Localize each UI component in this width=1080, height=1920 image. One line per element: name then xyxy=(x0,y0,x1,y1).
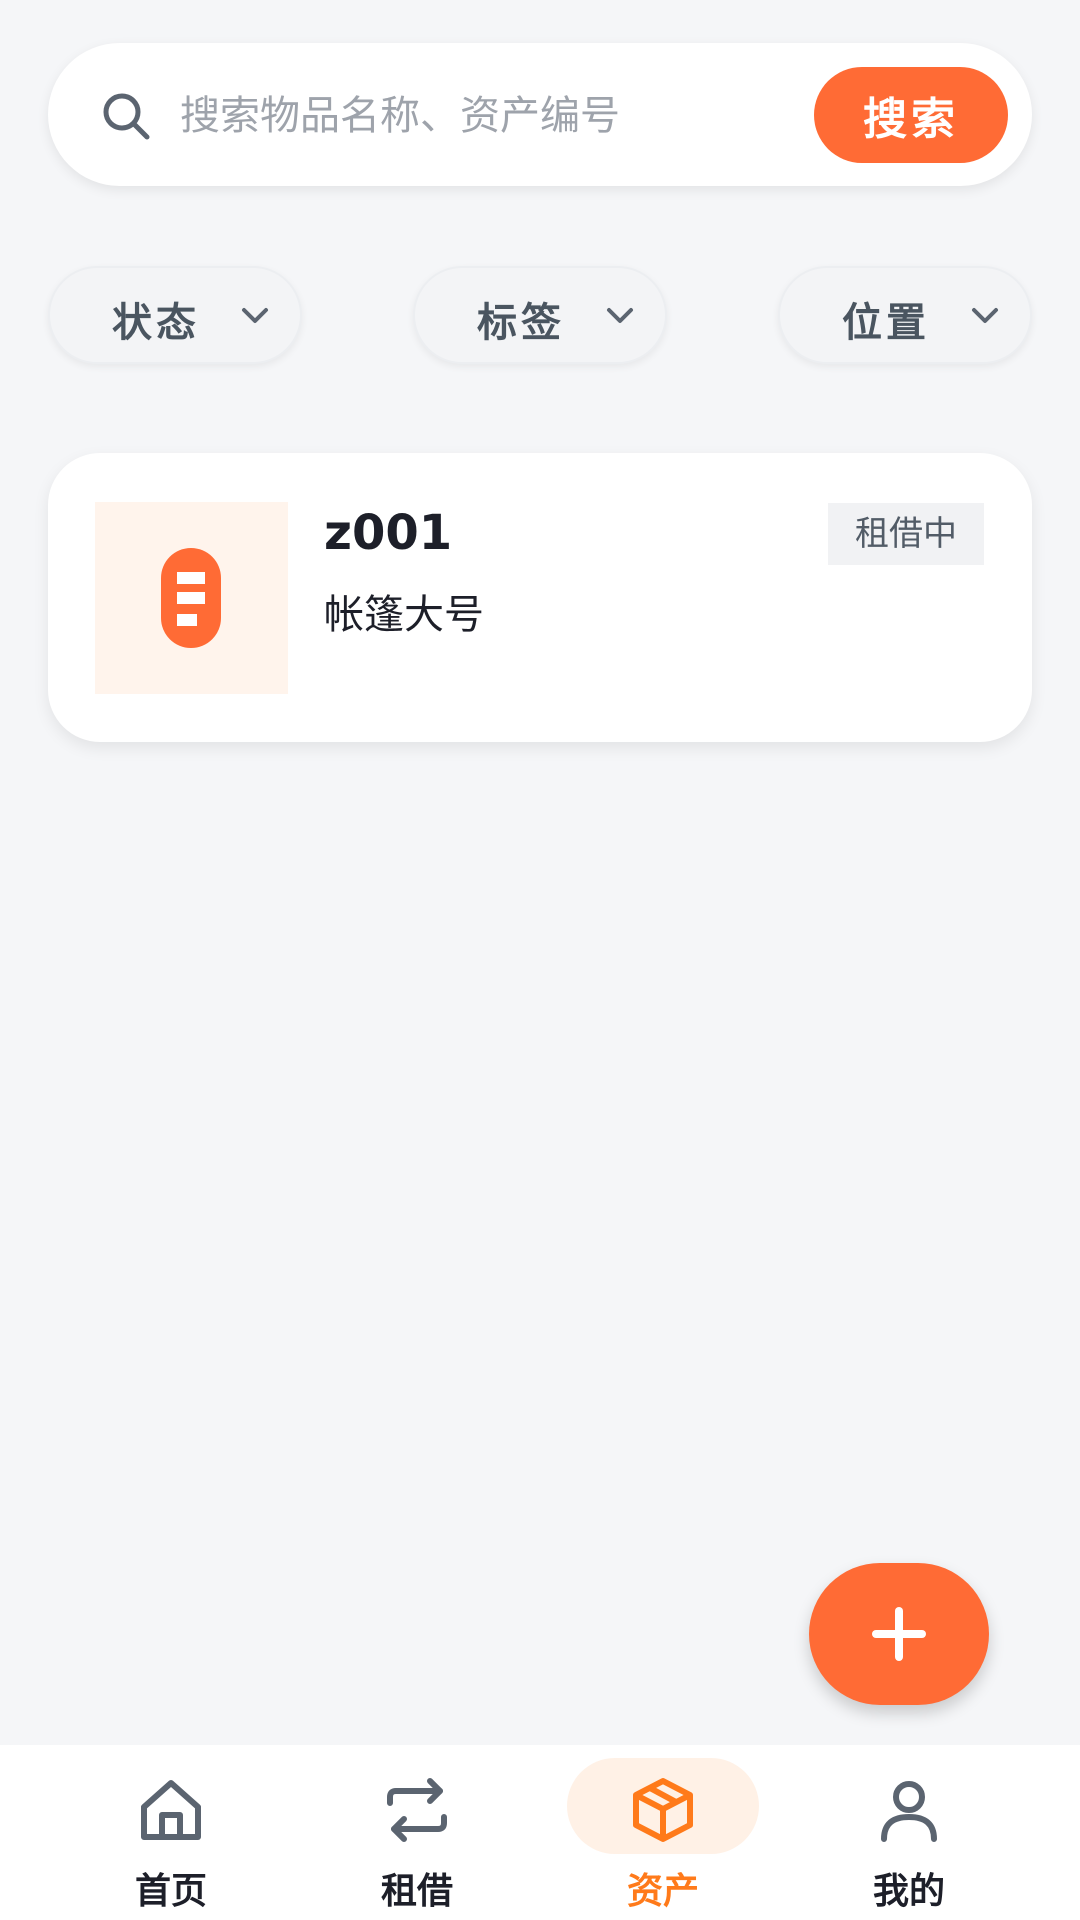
box-icon xyxy=(633,1778,693,1842)
location-filter-dropdown[interactable]: 位置 xyxy=(778,266,1032,364)
location-filter-label: 位置 xyxy=(842,300,930,346)
asset-thumbnail xyxy=(95,502,288,694)
tag-filter-label: 标签 xyxy=(477,300,565,346)
status-badge: 租借中 xyxy=(828,503,984,565)
nav-label-rental: 租借 xyxy=(380,1871,453,1912)
asset-name: 帐篷大号 xyxy=(324,592,484,638)
search-icon xyxy=(103,93,150,140)
asset-code: z001 xyxy=(324,505,453,561)
status-filter-label: 状态 xyxy=(112,300,200,346)
chevron-down-icon xyxy=(607,308,633,323)
nav-label-assets: 资产 xyxy=(626,1871,699,1912)
search-button[interactable]: 搜索 xyxy=(814,67,1008,163)
swap-icon xyxy=(387,1778,447,1842)
status-filter-dropdown[interactable]: 状态 xyxy=(48,266,302,364)
tag-filter-dropdown[interactable]: 标签 xyxy=(413,266,667,364)
nav-label-home: 首页 xyxy=(134,1871,207,1912)
plus-icon xyxy=(872,1607,926,1661)
user-icon xyxy=(881,1781,937,1842)
asset-item-icon xyxy=(161,548,221,648)
chevron-down-icon xyxy=(242,308,268,323)
add-asset-button[interactable] xyxy=(809,1563,989,1705)
assets-page: 搜索 状态 标签 位置 z001 帐篷大号 租借中 xyxy=(0,0,1080,1920)
nav-label-profile: 我的 xyxy=(872,1871,945,1912)
search-input[interactable] xyxy=(180,80,780,152)
home-icon xyxy=(141,1780,201,1840)
chevron-down-icon xyxy=(972,308,998,323)
